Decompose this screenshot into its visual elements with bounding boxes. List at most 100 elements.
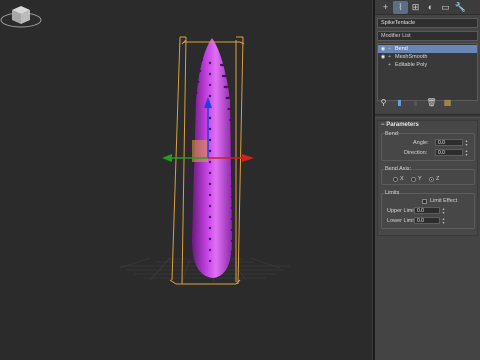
spike bbox=[230, 239, 236, 243]
spike bbox=[230, 250, 236, 254]
spike bbox=[192, 91, 198, 95]
bend-group-label: Bend: bbox=[385, 131, 400, 137]
limit-effect-label: Limit Effect bbox=[430, 198, 458, 204]
spike bbox=[189, 113, 194, 117]
expand-icon[interactable]: + bbox=[388, 62, 393, 68]
viewcube-icon[interactable] bbox=[0, 0, 42, 30]
spike bbox=[208, 160, 212, 164]
upper-limit-label: Upper Limit: bbox=[387, 208, 417, 214]
spike bbox=[230, 129, 236, 133]
axis-y-label: Y bbox=[418, 176, 422, 182]
axis-x-radio[interactable] bbox=[393, 177, 398, 182]
spike bbox=[229, 118, 234, 122]
spike bbox=[208, 116, 212, 120]
spike bbox=[208, 226, 212, 230]
expand-icon[interactable]: + bbox=[388, 54, 393, 60]
lower-limit-spinner[interactable]: ▴ ▾ bbox=[441, 217, 446, 225]
spike bbox=[187, 256, 193, 260]
spike bbox=[198, 58, 204, 62]
command-panel: + ⌇ ⊞ ◐ ▭ 🔧 SpikeTentacle Modifier List … bbox=[375, 0, 480, 360]
eye-icon bbox=[380, 63, 386, 68]
spike bbox=[230, 206, 236, 210]
show-end-result-icon[interactable]: ▮ bbox=[395, 98, 404, 107]
spike bbox=[208, 83, 212, 87]
pin-stack-icon[interactable]: ⚲ bbox=[379, 98, 388, 107]
axis-x-label: X bbox=[400, 176, 404, 182]
spike bbox=[187, 146, 193, 150]
spike bbox=[230, 140, 236, 144]
spike bbox=[230, 217, 236, 221]
display-tab-icon[interactable]: ▭ bbox=[438, 1, 453, 14]
direction-label: Direction: bbox=[404, 150, 428, 156]
spike bbox=[208, 215, 212, 219]
utilities-tab-icon[interactable]: 🔧 bbox=[453, 1, 468, 14]
perspective-viewport[interactable] bbox=[0, 0, 372, 360]
expand-icon[interactable]: + bbox=[388, 46, 393, 52]
spike bbox=[208, 237, 212, 241]
eye-icon[interactable]: ◉ bbox=[380, 46, 386, 52]
lower-limit-field[interactable]: 0.0 bbox=[414, 217, 440, 224]
collapse-icon[interactable]: − bbox=[381, 122, 385, 128]
rollout-separator[interactable] bbox=[375, 114, 480, 118]
make-unique-icon[interactable]: ▮ bbox=[411, 98, 420, 107]
hierarchy-tab-icon[interactable]: ⊞ bbox=[408, 1, 423, 14]
spike bbox=[187, 190, 193, 194]
spike bbox=[223, 85, 229, 89]
spike bbox=[208, 72, 212, 76]
spike bbox=[187, 201, 193, 205]
parameters-title: Parameters bbox=[386, 122, 419, 128]
spike bbox=[187, 124, 193, 128]
configure-modifier-sets-icon[interactable]: ▦ bbox=[443, 98, 452, 107]
stack-item-editable-poly[interactable]: + Editable Poly bbox=[378, 61, 477, 69]
spike bbox=[225, 96, 231, 100]
direction-field[interactable]: 0.0 bbox=[435, 149, 463, 156]
direction-spinner[interactable]: ▴ ▾ bbox=[464, 149, 469, 157]
spike bbox=[230, 228, 236, 232]
spike bbox=[230, 261, 236, 265]
bend-group bbox=[381, 133, 475, 161]
object-name-field[interactable]: SpikeTentacle bbox=[377, 18, 478, 28]
upper-limit-field[interactable]: 0.0 bbox=[414, 207, 440, 214]
axis-y-radio[interactable] bbox=[411, 177, 416, 182]
spike bbox=[208, 259, 212, 263]
angle-field[interactable]: 0.0 bbox=[435, 139, 463, 146]
spike bbox=[208, 182, 212, 186]
axis-z-radio[interactable] bbox=[429, 177, 434, 182]
spike bbox=[187, 234, 193, 238]
angle-spinner[interactable]: ▴ ▾ bbox=[464, 139, 469, 147]
modifier-list-dropdown[interactable]: Modifier List bbox=[377, 31, 478, 41]
limit-effect-checkbox[interactable] bbox=[422, 199, 427, 204]
stack-item-bend[interactable]: ◉ + Bend bbox=[378, 45, 477, 53]
spike bbox=[219, 63, 225, 67]
upper-limit-spinner[interactable]: ▴ ▾ bbox=[441, 207, 446, 215]
create-tab-icon[interactable]: + bbox=[378, 1, 393, 14]
stack-item-label: MeshSmooth bbox=[395, 54, 428, 60]
spike bbox=[208, 193, 212, 197]
spike bbox=[187, 135, 193, 139]
spike bbox=[187, 245, 193, 249]
modify-tab-icon[interactable]: ⌇ bbox=[393, 0, 408, 14]
spike bbox=[208, 171, 212, 175]
gizmo-y-arrow[interactable] bbox=[162, 154, 172, 162]
spike bbox=[230, 173, 236, 177]
spike bbox=[187, 212, 193, 216]
stack-item-meshsmooth[interactable]: ◉ + MeshSmooth bbox=[378, 53, 477, 61]
viewport-scene[interactable] bbox=[0, 0, 372, 360]
motion-tab-icon[interactable]: ◐ bbox=[423, 1, 438, 14]
eye-icon[interactable]: ◉ bbox=[380, 54, 386, 60]
angle-label: Angle: bbox=[413, 140, 429, 146]
spike bbox=[196, 69, 202, 73]
spike bbox=[208, 149, 212, 153]
spike bbox=[208, 248, 212, 252]
parameters-rollout-header[interactable]: − Parameters bbox=[378, 121, 477, 130]
gizmo-x-arrow[interactable] bbox=[242, 154, 254, 162]
lower-limit-label: Lower Limit: bbox=[387, 218, 417, 224]
spike bbox=[194, 80, 200, 84]
command-panel-tabs: + ⌇ ⊞ ◐ ▭ 🔧 bbox=[375, 0, 480, 15]
stack-item-label: Bend bbox=[395, 46, 408, 52]
remove-modifier-icon[interactable]: 🗑 bbox=[426, 98, 436, 107]
spike bbox=[187, 168, 193, 172]
spike bbox=[187, 223, 193, 227]
spike bbox=[190, 102, 196, 106]
spike bbox=[187, 179, 193, 183]
